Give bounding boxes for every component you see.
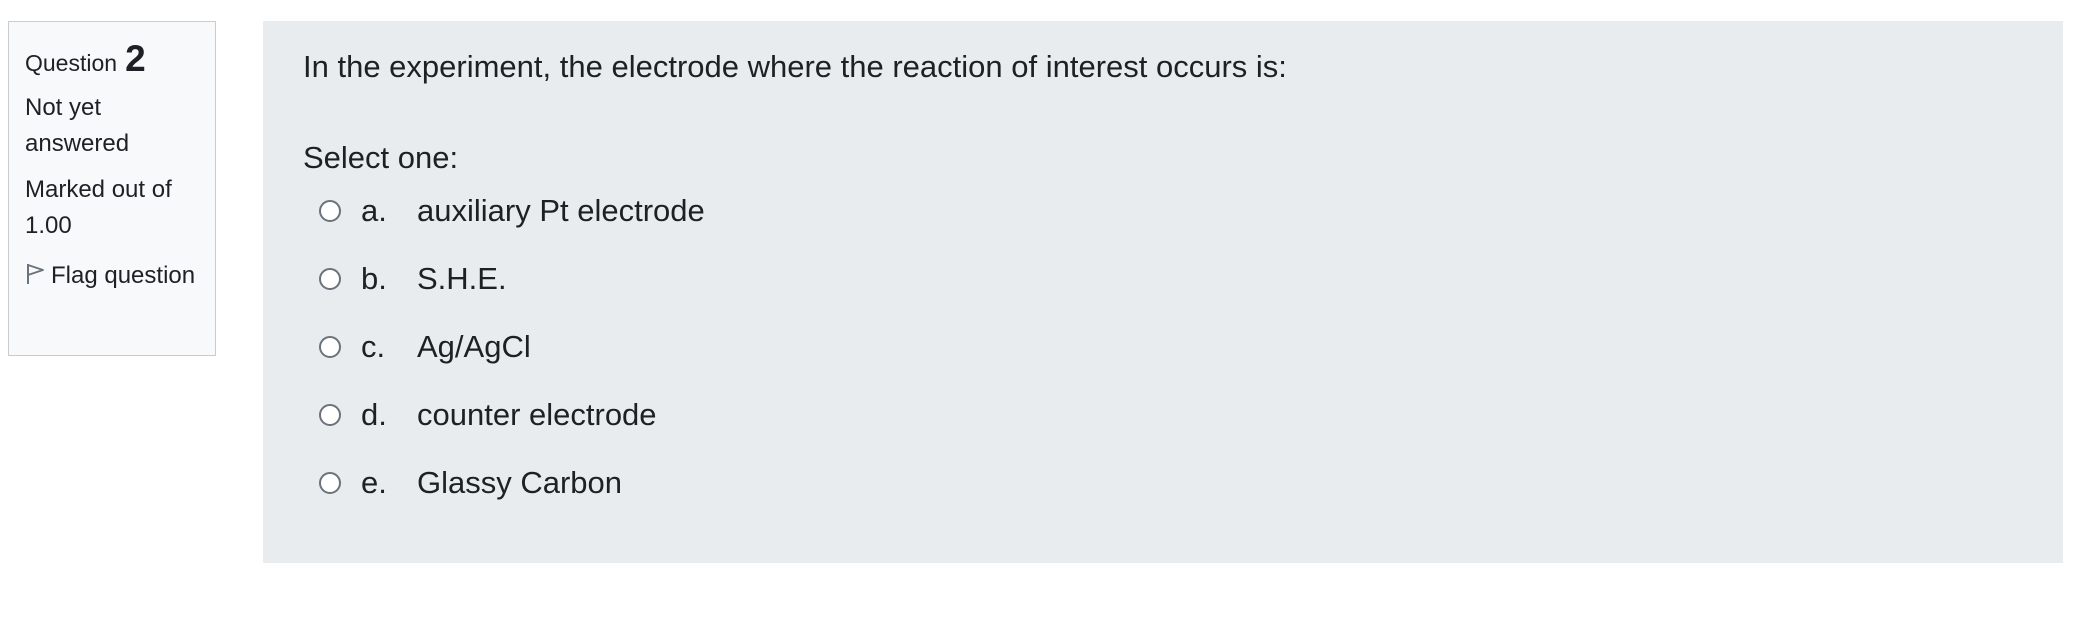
answer-list: a. auxiliary Pt electrode b. S.H.E. c. A…	[319, 191, 705, 531]
answer-option-b[interactable]: b. S.H.E.	[319, 259, 705, 299]
flag-question-label: Flag question	[51, 262, 196, 289]
answer-option-e[interactable]: e. Glassy Carbon	[319, 463, 705, 503]
answer-letter: a.	[361, 193, 387, 228]
answer-letter: b.	[361, 261, 387, 296]
answer-radio-e[interactable]	[319, 472, 341, 494]
select-prompt: Select one:	[303, 140, 459, 175]
answer-radio-a[interactable]	[319, 200, 341, 222]
question-number: 2	[125, 38, 146, 79]
answer-radio-c[interactable]	[319, 336, 341, 358]
question-label: Question	[25, 50, 118, 76]
answer-option-d[interactable]: d. counter electrode	[319, 395, 705, 435]
answer-label[interactable]: counter electrode	[417, 397, 657, 433]
question-state: Not yet answered	[25, 94, 130, 157]
answer-radio-b[interactable]	[319, 268, 341, 290]
answer-label[interactable]: Ag/AgCl	[417, 329, 531, 365]
answer-letter: c.	[361, 329, 386, 364]
answer-label[interactable]: Glassy Carbon	[417, 465, 622, 501]
question-content: In the experiment, the electrode where t…	[263, 21, 2063, 563]
question-text: In the experiment, the electrode where t…	[303, 49, 1287, 84]
answer-option-a[interactable]: a. auxiliary Pt electrode	[319, 191, 705, 231]
question-info-panel: Question 2 Not yet answered Marked out o…	[8, 21, 216, 356]
answer-letter: e.	[361, 465, 387, 500]
flag-question-link[interactable]: Flag question	[25, 258, 199, 294]
answer-label[interactable]: auxiliary Pt electrode	[417, 193, 705, 229]
answer-letter: d.	[361, 397, 387, 432]
flag-icon	[27, 264, 44, 284]
question-grade: Marked out of 1.00	[25, 176, 172, 239]
question-number-heading: Question 2	[25, 38, 199, 80]
answer-option-c[interactable]: c. Ag/AgCl	[319, 327, 705, 367]
answer-radio-d[interactable]	[319, 404, 341, 426]
answer-label[interactable]: S.H.E.	[417, 261, 507, 297]
